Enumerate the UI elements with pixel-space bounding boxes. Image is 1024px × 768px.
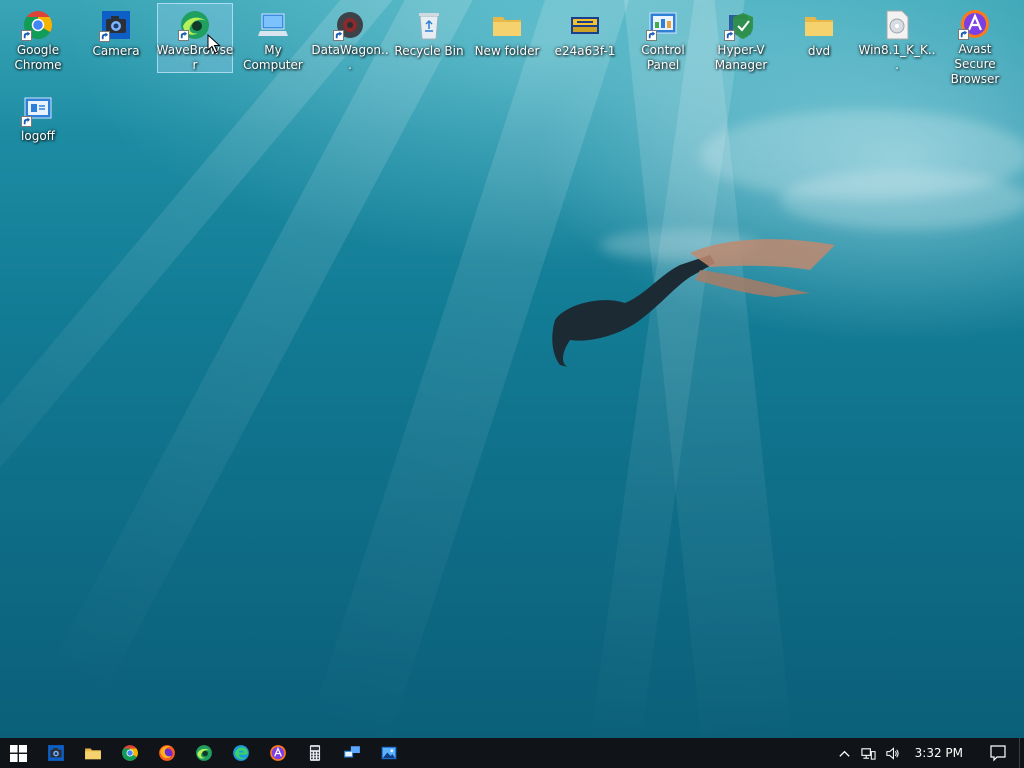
desktop-icon-label: Win8.1_K_K... bbox=[858, 43, 936, 72]
shortcut-arrow-icon bbox=[646, 30, 657, 41]
control-panel-icon bbox=[646, 8, 680, 41]
desktop-icon-label: logoff bbox=[21, 129, 55, 143]
desktop-icon-label: WaveBrowser bbox=[156, 43, 234, 72]
logoff-icon bbox=[21, 93, 55, 127]
desktop-icon-hyper-v-manager[interactable]: Hyper-V Manager bbox=[703, 3, 779, 73]
chevron-up-icon bbox=[839, 750, 850, 757]
desktop[interactable]: Google Chrome Camera WaveBrowser My Computer… bbox=[0, 0, 1024, 738]
desktop-icon-label: Recycle Bin bbox=[394, 44, 464, 58]
action-center-button[interactable] bbox=[977, 738, 1019, 768]
wavebrowser-icon bbox=[195, 744, 213, 762]
shortcut-arrow-icon bbox=[21, 116, 32, 127]
shortcut-arrow-icon bbox=[178, 30, 189, 41]
start-button[interactable] bbox=[0, 738, 37, 768]
notification-icon bbox=[990, 745, 1006, 762]
swimmer-silhouette bbox=[552, 239, 835, 367]
volume-button[interactable] bbox=[881, 738, 905, 768]
taskbar-wavebrowser-button[interactable] bbox=[185, 738, 222, 768]
mouse-cursor-icon bbox=[207, 34, 221, 54]
desktop-icon-logoff[interactable]: logoff bbox=[0, 88, 76, 158]
taskbar-firefox-button[interactable] bbox=[148, 738, 185, 768]
desktop-icon-e24a63f-1[interactable]: e24a63f-1 bbox=[547, 3, 623, 73]
folder-icon bbox=[490, 8, 524, 42]
photos-icon bbox=[380, 744, 398, 762]
remote-desktop-icon bbox=[343, 744, 361, 762]
desktop-icon-label: Control Panel bbox=[641, 43, 685, 72]
taskbar-avast-browser-button[interactable] bbox=[259, 738, 296, 768]
desktop-icon-win8-1-k-k[interactable]: Win8.1_K_K... bbox=[858, 3, 936, 73]
desktop-icon-label: dvd bbox=[807, 44, 831, 58]
network-button[interactable] bbox=[857, 738, 881, 768]
image-file-icon bbox=[568, 8, 602, 42]
desktop-icon-new-folder[interactable]: New folder bbox=[469, 3, 545, 73]
windows-logo-icon bbox=[10, 744, 27, 762]
desktop-icon-avast-secure-browser[interactable]: Avast Secure Browser bbox=[937, 3, 1013, 86]
desktop-icon-label: DataWagon... bbox=[311, 43, 389, 72]
camera-icon bbox=[47, 744, 65, 762]
desktop-icon-dvd[interactable]: dvd bbox=[781, 3, 857, 73]
calculator-icon bbox=[306, 744, 324, 762]
taskbar-remote-desktop-button[interactable] bbox=[333, 738, 370, 768]
desktop-icon-label: New folder bbox=[474, 44, 540, 58]
desktop-icon-label: My Computer bbox=[243, 43, 303, 72]
firefox-icon bbox=[158, 744, 176, 762]
edge-icon bbox=[232, 744, 250, 762]
desktop-icon-datawagon[interactable]: DataWagon... bbox=[311, 3, 389, 73]
desktop-icon-control-panel[interactable]: Control Panel bbox=[625, 3, 701, 73]
avast-icon bbox=[958, 8, 992, 40]
desktop-icon-wavebrowser[interactable]: WaveBrowser bbox=[157, 3, 233, 73]
desktop-icon-recycle-bin[interactable]: Recycle Bin bbox=[391, 3, 467, 73]
shortcut-arrow-icon bbox=[21, 30, 32, 41]
show-hidden-icons-button[interactable] bbox=[833, 738, 857, 768]
speaker-icon bbox=[886, 746, 899, 760]
folder-icon bbox=[84, 744, 102, 762]
recycle-bin-icon bbox=[412, 8, 446, 42]
taskbar-chrome-button[interactable] bbox=[111, 738, 148, 768]
desktop-icon-label: Hyper-V Manager bbox=[714, 43, 768, 72]
desktop-icon-label: Camera bbox=[92, 44, 140, 58]
desktop-icon-label: e24a63f-1 bbox=[554, 44, 616, 58]
hyper-v-icon bbox=[724, 8, 758, 41]
computer-icon bbox=[256, 8, 290, 41]
desktop-icon-camera[interactable]: Camera bbox=[78, 3, 154, 73]
chrome-icon bbox=[121, 744, 139, 762]
datawagon-icon bbox=[333, 8, 367, 41]
chrome-icon bbox=[21, 8, 55, 41]
desktop-icon-google-chrome[interactable]: Google Chrome bbox=[0, 3, 76, 73]
shortcut-arrow-icon bbox=[333, 30, 344, 41]
network-icon bbox=[861, 747, 876, 760]
folder-icon bbox=[802, 8, 836, 42]
pinned-apps bbox=[37, 738, 407, 768]
desktop-icon-label: Avast Secure Browser bbox=[950, 42, 1000, 86]
desktop-icon-my-computer[interactable]: My Computer bbox=[235, 3, 311, 73]
camera-icon bbox=[99, 8, 133, 42]
shortcut-arrow-icon bbox=[99, 31, 110, 42]
shortcut-arrow-icon bbox=[724, 30, 735, 41]
taskbar-camera-button[interactable] bbox=[37, 738, 74, 768]
taskbar-edge-button[interactable] bbox=[222, 738, 259, 768]
shortcut-arrow-icon bbox=[958, 29, 969, 40]
taskbar-calculator-button[interactable] bbox=[296, 738, 333, 768]
taskbar: 3:32 PM bbox=[0, 738, 1024, 768]
desktop-icon-label: Google Chrome bbox=[14, 43, 62, 72]
avast-icon bbox=[269, 744, 287, 762]
system-tray: 3:32 PM bbox=[833, 738, 1024, 768]
taskbar-photos-button[interactable] bbox=[370, 738, 407, 768]
show-desktop-button[interactable] bbox=[1019, 738, 1024, 768]
taskbar-file-explorer-button[interactable] bbox=[74, 738, 111, 768]
disc-image-icon bbox=[880, 8, 914, 41]
taskbar-clock[interactable]: 3:32 PM bbox=[905, 738, 977, 768]
